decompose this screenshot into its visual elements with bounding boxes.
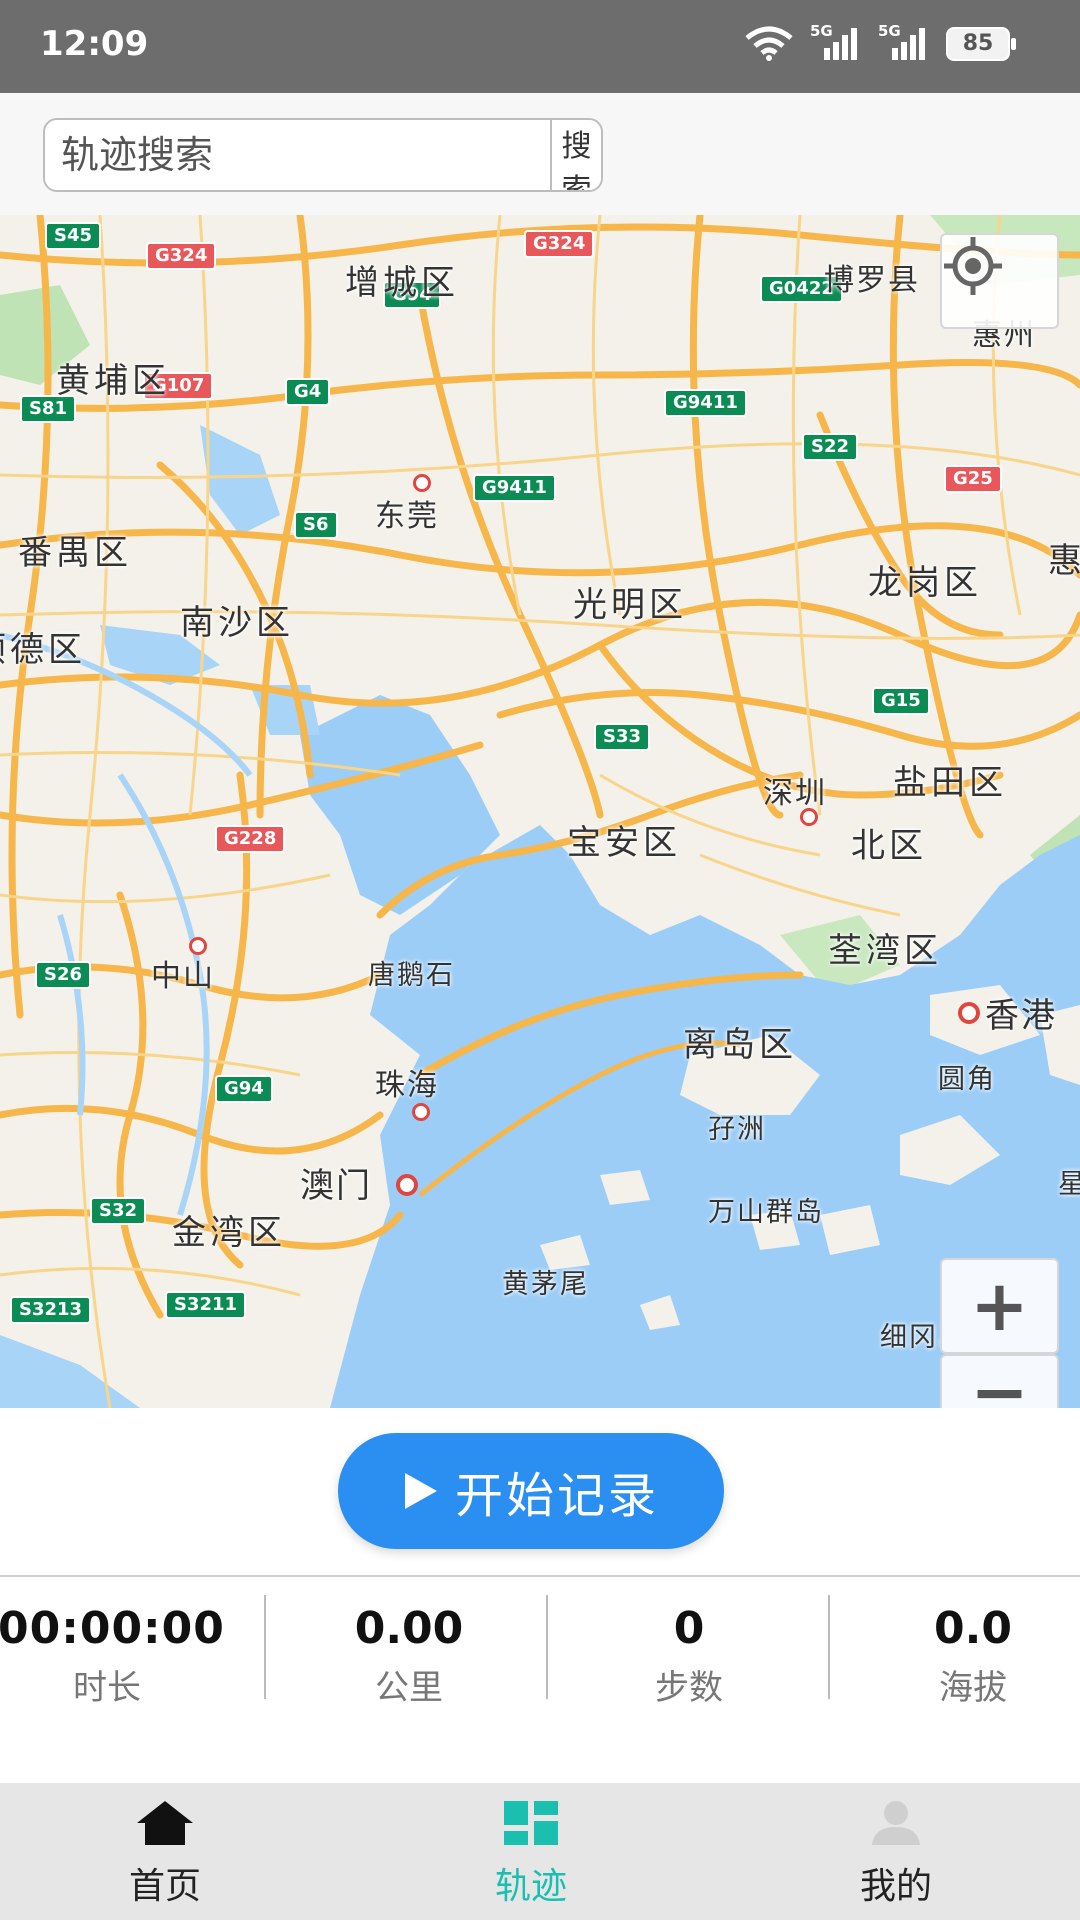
road-tag: G324	[146, 242, 217, 270]
status-bar: 12:09 5G 5G 85	[0, 0, 1080, 93]
start-record-label: 开始记录	[454, 1468, 659, 1524]
map-label: 香港	[985, 996, 1057, 1036]
stat-divider	[546, 1595, 548, 1699]
stat-altitude-value: 0.0	[934, 1603, 1012, 1654]
stat-steps-label: 步数	[655, 1668, 723, 1708]
map-label: 龙岗区	[868, 563, 982, 603]
map-label: 东莞	[375, 499, 439, 534]
battery-indicator: 85	[946, 27, 1016, 61]
map-label: 金湾区	[172, 1213, 286, 1253]
nav-home[interactable]: 首页	[45, 1799, 285, 1909]
city-dot	[412, 1103, 430, 1121]
city-dot	[958, 1002, 980, 1024]
home-icon	[137, 1801, 193, 1845]
road-tag: S45	[45, 222, 102, 250]
signal-1-icon: 5G	[810, 22, 862, 62]
city-dot	[413, 474, 431, 492]
stat-divider	[828, 1595, 830, 1699]
nav-mine[interactable]: 我的	[776, 1799, 1016, 1909]
zoom-out-button[interactable]: −	[940, 1354, 1059, 1408]
road-tag: G94	[215, 1075, 273, 1103]
stat-distance-value: 0.00	[354, 1603, 464, 1654]
stat-steps: 0 步数	[564, 1577, 814, 1708]
stat-altitude: 0.0 海拔	[848, 1577, 1080, 1708]
road-tag: S26	[35, 961, 92, 989]
stat-altitude-label: 海拔	[939, 1668, 1007, 1708]
map-label: 深圳	[763, 776, 827, 811]
map-label: 澳门	[300, 1166, 372, 1206]
map-label: 黄茅尾	[502, 1269, 589, 1300]
stat-divider	[264, 1595, 266, 1699]
map-label: 离岛区	[683, 1025, 797, 1065]
stat-distance-label: 公里	[375, 1668, 443, 1708]
map-label: 荃湾区	[828, 931, 942, 971]
map-label: 星	[1058, 1169, 1080, 1200]
map-label: 博罗县	[824, 263, 920, 298]
locate-icon	[944, 237, 1002, 295]
road-tag: S22	[802, 433, 859, 461]
road-tag: G9411	[664, 389, 747, 417]
search-box: 搜索	[43, 118, 603, 192]
map-label: 圆角	[938, 1064, 996, 1095]
road-tag: S3211	[165, 1291, 247, 1319]
play-icon	[404, 1473, 437, 1509]
status-time: 12:09	[40, 24, 149, 64]
road-tag: G15	[872, 687, 930, 715]
map-label: 宝安区	[567, 823, 681, 863]
signal-2-icon: 5G	[878, 22, 930, 62]
map-label: 万山群岛	[708, 1197, 824, 1228]
map-label: 北区	[851, 826, 927, 866]
map-label: 顺德区	[0, 630, 86, 670]
stats-panel: 00:00:00 时长 0.00 公里 0 步数 0.0 海拔	[0, 1575, 1080, 1785]
stat-duration-value: 00:00:00	[0, 1603, 225, 1654]
stat-steps-value: 0	[673, 1603, 705, 1654]
map-label: 番禺区	[18, 533, 132, 573]
map-label: 唐鹅石	[368, 960, 455, 991]
map-label: 光明区	[573, 585, 687, 625]
road-tag: G228	[215, 825, 286, 853]
wifi-icon	[745, 26, 793, 61]
map-label: 惠	[1048, 541, 1080, 581]
road-tag: G324	[524, 230, 595, 258]
bottom-nav: 首页 轨迹 我的	[0, 1783, 1080, 1920]
track-icon	[504, 1801, 558, 1845]
nav-mine-label: 我的	[859, 1866, 932, 1907]
zoom-in-button[interactable]: +	[940, 1258, 1059, 1354]
user-icon	[872, 1801, 920, 1845]
stat-duration: 00:00:00 时长	[0, 1577, 225, 1708]
road-tag: S32	[90, 1197, 147, 1225]
minus-icon: −	[970, 1351, 1029, 1408]
status-icons: 5G 5G 85	[744, 22, 1016, 62]
road-tag: G9411	[473, 474, 556, 502]
map-label: 南沙区	[180, 603, 294, 643]
map-view[interactable]: S45 G324 G324 G94 G0422 G107 G4 S81 G941…	[0, 215, 1080, 1408]
city-dot	[396, 1174, 418, 1196]
search-button[interactable]: 搜索	[550, 120, 601, 190]
map-label: 孖洲	[708, 1114, 766, 1145]
stat-duration-label: 时长	[73, 1668, 141, 1708]
plus-icon: +	[970, 1265, 1029, 1347]
nav-home-label: 首页	[128, 1866, 201, 1907]
road-tag: G25	[944, 465, 1002, 493]
map-label: 盐田区	[893, 763, 1007, 803]
map-label: 增城区	[345, 263, 459, 303]
road-tag: G4	[285, 378, 331, 406]
map-label: 中山	[151, 959, 215, 994]
map-label: 珠海	[375, 1068, 439, 1103]
road-tag: S33	[594, 723, 651, 751]
nav-track-label: 轨迹	[494, 1866, 567, 1907]
nav-track[interactable]: 轨迹	[411, 1799, 651, 1909]
road-tag: S3213	[10, 1296, 92, 1324]
stat-distance: 0.00 公里	[284, 1577, 534, 1708]
search-bar: 搜索	[0, 93, 1080, 215]
locate-button[interactable]	[940, 233, 1059, 329]
track-search-input[interactable]	[45, 120, 550, 190]
start-record-button[interactable]: 开始记录	[338, 1433, 724, 1549]
road-tag: S6	[294, 511, 338, 539]
map-label: 黄埔区	[56, 361, 170, 401]
